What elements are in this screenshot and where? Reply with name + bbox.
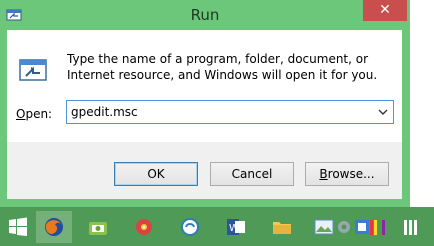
- run-dialog: Run ✕ Type the name of a program, folder…: [0, 0, 410, 207]
- open-label: Open:: [16, 107, 52, 121]
- cancel-button[interactable]: Cancel: [210, 162, 294, 186]
- taskbar: W: [0, 207, 434, 246]
- stripes-icon: [404, 220, 417, 235]
- android-tool-icon: [89, 222, 107, 235]
- title-bar[interactable]: Run ✕: [0, 0, 410, 30]
- button-bar: OK Cancel Browse...: [7, 142, 402, 199]
- disc-burner-icon: [136, 219, 152, 235]
- taskbar-firefox[interactable]: [36, 211, 72, 243]
- close-icon: ✕: [379, 2, 391, 18]
- dialog-body: Type the name of a program, folder, docu…: [7, 30, 402, 199]
- chevron-down-icon[interactable]: [376, 104, 390, 120]
- open-label-text: pen:: [25, 107, 53, 121]
- browse-button[interactable]: Browse...: [305, 162, 389, 186]
- browse-accelerator: B: [319, 167, 328, 181]
- run-icon: [18, 55, 48, 85]
- ok-button[interactable]: OK: [114, 162, 198, 186]
- color-bars-icon: [370, 220, 385, 235]
- open-combobox[interactable]: gpedit.msc: [66, 100, 394, 124]
- taskbar-folder[interactable]: [264, 211, 300, 243]
- svg-text:W: W: [229, 223, 239, 234]
- window-title: Run: [190, 6, 220, 24]
- taskbar-word[interactable]: W: [218, 211, 254, 243]
- start-button[interactable]: [0, 211, 36, 243]
- folder-icon: [273, 222, 291, 234]
- taskbar-browser[interactable]: [172, 211, 208, 243]
- taskbar-color-bars[interactable]: [360, 211, 396, 243]
- firefox-icon: [45, 218, 63, 236]
- close-button[interactable]: ✕: [363, 0, 407, 21]
- windows-start-icon: [9, 217, 27, 236]
- open-input[interactable]: gpedit.msc: [71, 105, 138, 119]
- word-icon: W: [227, 219, 245, 235]
- browse-label: rowse...: [327, 167, 375, 181]
- browser-icon: [181, 218, 199, 236]
- taskbar-android-tool[interactable]: [80, 211, 116, 243]
- taskbar-stripes[interactable]: [394, 211, 430, 243]
- taskbar-disc-burner[interactable]: [126, 211, 162, 243]
- instruction-text: Type the name of a program, folder, docu…: [67, 52, 378, 82]
